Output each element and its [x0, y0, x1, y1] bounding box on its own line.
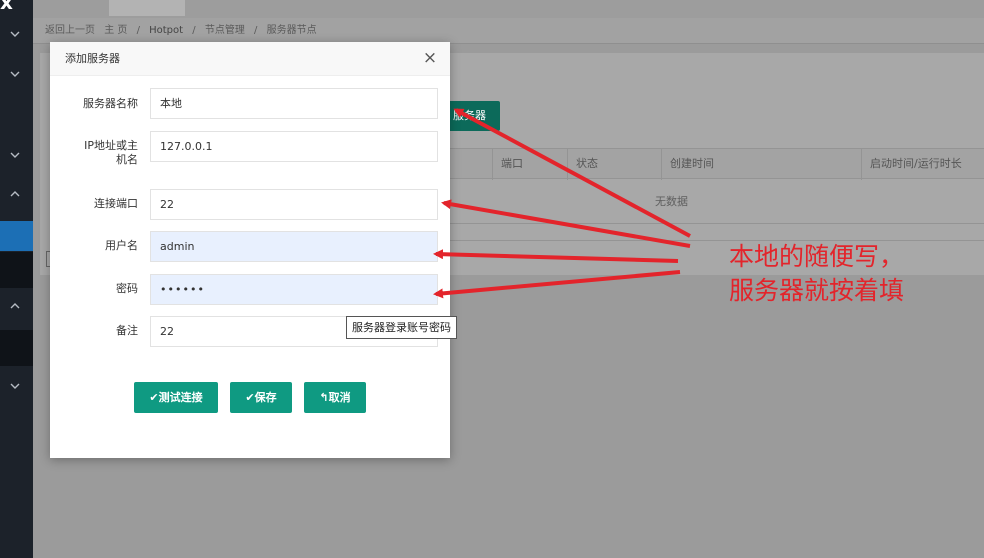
chevron-up-icon[interactable] — [9, 188, 21, 200]
sidebar-item-active[interactable] — [0, 221, 33, 251]
app-logo: x — [0, 0, 13, 14]
top-bar — [33, 0, 984, 18]
annotation-line-1: 本地的随便写， — [729, 242, 905, 271]
column-header-uptime[interactable]: 启动时间/运行时长 — [861, 149, 984, 180]
table-header: 端口 状态 创建时间 启动时间/运行时长 — [440, 148, 984, 180]
divider — [440, 223, 984, 224]
chevron-down-icon[interactable] — [9, 380, 21, 392]
column-header-created[interactable]: 创建时间 — [661, 149, 861, 180]
sidebar-item[interactable] — [0, 330, 33, 366]
chevron-up-icon[interactable] — [9, 300, 21, 312]
breadcrumb-item-node-management[interactable]: 节点管理 — [205, 25, 245, 36]
annotation-line-2: 服务器就按着填 — [729, 276, 905, 305]
close-icon[interactable]: × — [422, 50, 438, 67]
breadcrumb-separator: / — [136, 25, 140, 36]
password-input[interactable]: •••••• — [150, 274, 438, 305]
add-server-dialog: 添加服务器 × 服务器名称 本地 IP地址或主机名 127.0.0.1 连接端口… — [50, 42, 450, 458]
chevron-down-icon[interactable] — [9, 28, 21, 40]
annotation-text: 本地的随便写， 服务器就按着填 — [729, 240, 904, 308]
host-input[interactable]: 127.0.0.1 — [150, 131, 438, 162]
column-header-status[interactable]: 状态 — [567, 149, 661, 180]
port-input[interactable]: 22 — [150, 189, 438, 220]
dialog-title: 添加服务器 — [50, 42, 450, 76]
breadcrumb-separator: / — [254, 25, 258, 36]
breadcrumb-separator: / — [192, 25, 196, 36]
breadcrumb: 返回上一页 主 页 / Hotpot / 节点管理 / 服务器节点 — [33, 18, 984, 44]
remark-label: 备注 — [116, 324, 138, 337]
arrow-to-password-field — [433, 270, 681, 299]
sidebar: x — [0, 0, 33, 558]
breadcrumb-item-hotpot[interactable]: Hotpot — [149, 25, 183, 36]
chevron-down-icon[interactable] — [9, 149, 21, 161]
save-button[interactable]: ✔保存 — [230, 382, 292, 413]
sidebar-item[interactable] — [0, 252, 33, 288]
password-label: 密码 — [116, 282, 138, 295]
chevron-down-icon[interactable] — [9, 68, 21, 80]
server-name-input[interactable]: 本地 — [150, 88, 438, 119]
username-input[interactable]: admin — [150, 231, 438, 262]
breadcrumb-back-link[interactable]: 返回上一页 — [45, 25, 95, 36]
host-label: IP地址或主机名 — [78, 139, 138, 167]
password-tooltip: 服务器登录账号密码 — [346, 316, 457, 339]
server-name-label: 服务器名称 — [83, 97, 138, 110]
test-connection-button[interactable]: ✔测试连接 — [134, 382, 218, 413]
top-tab[interactable] — [109, 0, 185, 16]
port-label: 连接端口 — [94, 197, 138, 210]
breadcrumb-item-server-nodes: 服务器节点 — [266, 25, 317, 36]
breadcrumb-home-link[interactable]: 主 页 — [104, 25, 127, 36]
empty-table-text: 无数据 — [655, 195, 688, 208]
cancel-button[interactable]: ↰取消 — [304, 382, 366, 413]
column-header-port[interactable]: 端口 — [492, 149, 567, 180]
screenshot: x 返回上一页 主 页 / Hotpot / 节点管理 / 服务器节点 服务器 … — [0, 0, 984, 558]
host-label-text: IP地址或主机名 — [84, 139, 138, 166]
username-label: 用户名 — [105, 239, 138, 252]
